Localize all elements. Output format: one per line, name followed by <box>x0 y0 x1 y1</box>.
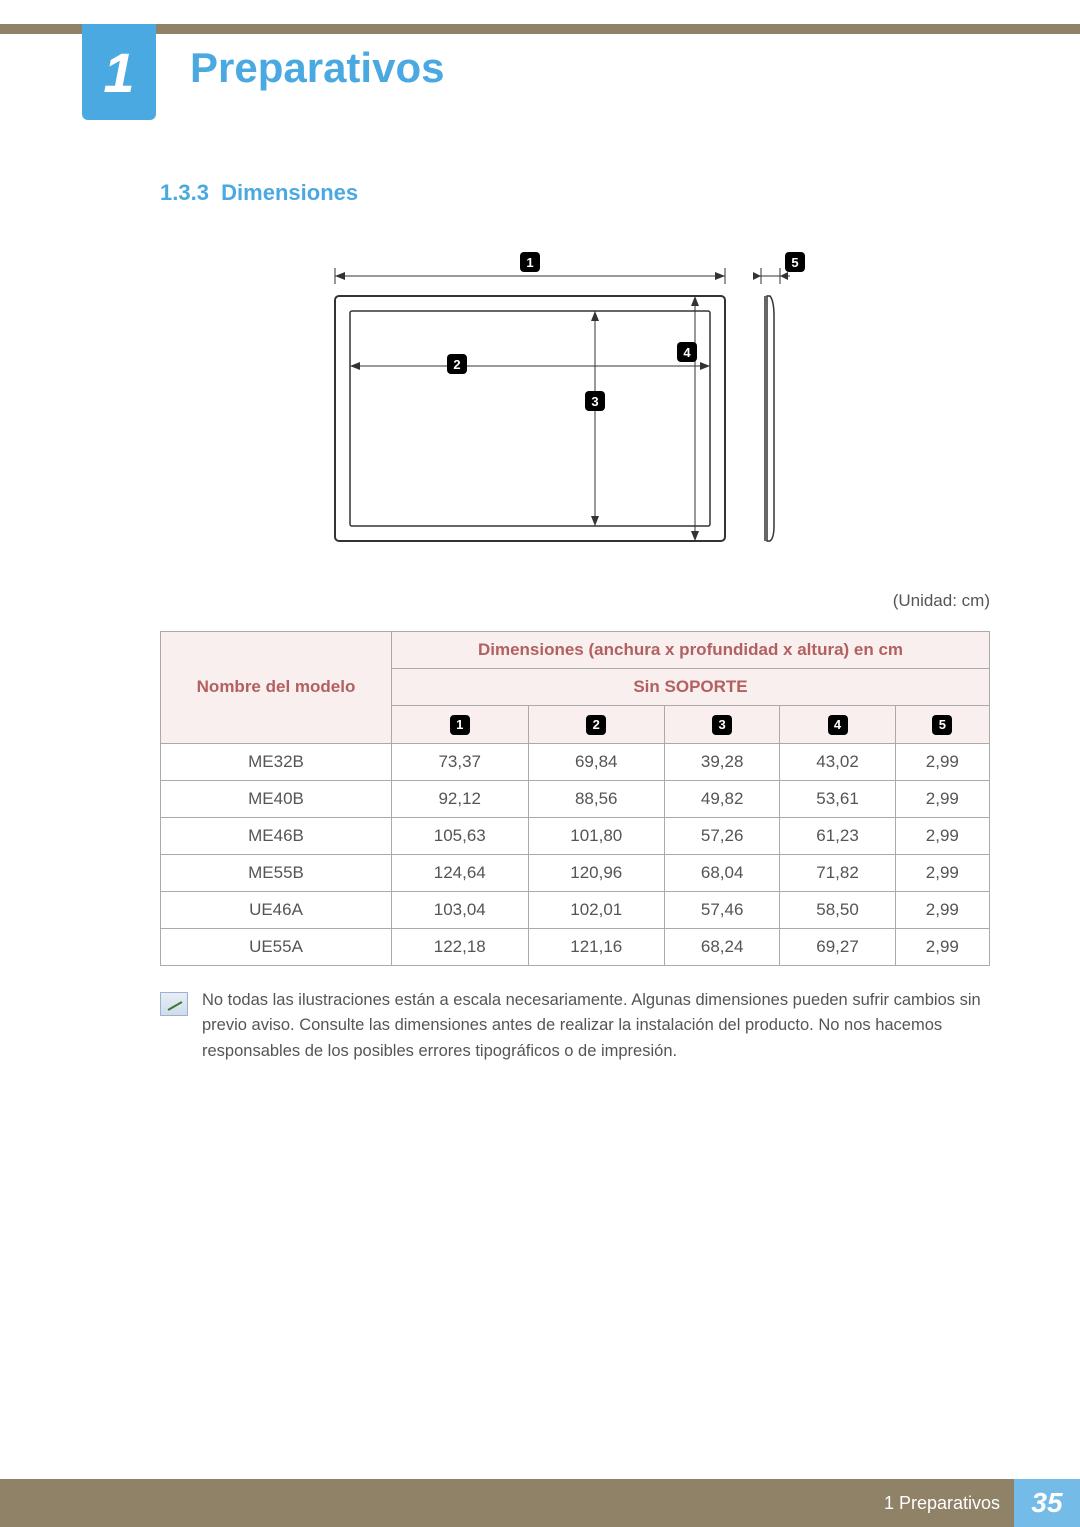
svg-text:4: 4 <box>683 345 691 360</box>
cell-dim-4: 61,23 <box>780 817 895 854</box>
section-heading: 1.3.3 Dimensiones <box>160 180 990 206</box>
cell-dim-3: 68,04 <box>665 854 780 891</box>
cell-dim-1: 122,18 <box>392 928 529 965</box>
cell-dim-2: 101,80 <box>528 817 665 854</box>
section-number: 1.3.3 <box>160 180 209 205</box>
table-row: ME40B92,1288,5649,8253,612,99 <box>161 780 990 817</box>
cell-model: ME32B <box>161 743 392 780</box>
cell-model: ME55B <box>161 854 392 891</box>
footer-page-number: 35 <box>1014 1479 1080 1527</box>
table-row: UE55A122,18121,1668,2469,272,99 <box>161 928 990 965</box>
page-content: 1.3.3 Dimensiones 1 2 <box>160 180 990 1064</box>
cell-dim-3: 68,24 <box>665 928 780 965</box>
cell-model: ME40B <box>161 780 392 817</box>
cell-dim-2: 102,01 <box>528 891 665 928</box>
cell-dim-1: 124,64 <box>392 854 529 891</box>
cell-dim-3: 49,82 <box>665 780 780 817</box>
cell-dim-1: 92,12 <box>392 780 529 817</box>
col-4: 4 <box>780 706 895 744</box>
svg-text:2: 2 <box>453 357 460 372</box>
cell-dim-5: 2,99 <box>895 743 989 780</box>
svg-text:1: 1 <box>526 255 533 270</box>
cell-dim-2: 121,16 <box>528 928 665 965</box>
dimensions-diagram: 1 2 3 4 <box>160 246 990 561</box>
cell-dim-4: 58,50 <box>780 891 895 928</box>
table-row: ME46B105,63101,8057,2661,232,99 <box>161 817 990 854</box>
unit-label: (Unidad: cm) <box>160 591 990 611</box>
cell-dim-1: 73,37 <box>392 743 529 780</box>
chapter-number-badge: 1 <box>82 24 156 120</box>
dimensions-table: Nombre del modelo Dimensiones (anchura x… <box>160 631 990 966</box>
cell-model: UE55A <box>161 928 392 965</box>
chapter-title: Preparativos <box>190 44 444 92</box>
top-accent-bar <box>0 24 1080 34</box>
col-1: 1 <box>392 706 529 744</box>
cell-dim-2: 120,96 <box>528 854 665 891</box>
svg-text:3: 3 <box>591 394 598 409</box>
cell-dim-4: 43,02 <box>780 743 895 780</box>
cell-model: UE46A <box>161 891 392 928</box>
cell-dim-5: 2,99 <box>895 854 989 891</box>
cell-dim-2: 69,84 <box>528 743 665 780</box>
note-icon <box>160 992 188 1016</box>
cell-dim-4: 69,27 <box>780 928 895 965</box>
col-subheader: Sin SOPORTE <box>392 669 990 706</box>
cell-dim-1: 105,63 <box>392 817 529 854</box>
cell-dim-3: 57,26 <box>665 817 780 854</box>
section-title-text: Dimensiones <box>221 180 358 205</box>
table-row: ME32B73,3769,8439,2843,022,99 <box>161 743 990 780</box>
note-text: No todas las ilustraciones están a escal… <box>202 988 990 1065</box>
table-row: ME55B124,64120,9668,0471,822,99 <box>161 854 990 891</box>
cell-dim-5: 2,99 <box>895 780 989 817</box>
cell-dim-4: 53,61 <box>780 780 895 817</box>
col-3: 3 <box>665 706 780 744</box>
col-dims-header: Dimensiones (anchura x profundidad x alt… <box>392 632 990 669</box>
cell-dim-2: 88,56 <box>528 780 665 817</box>
cell-dim-1: 103,04 <box>392 891 529 928</box>
cell-model: ME46B <box>161 817 392 854</box>
svg-text:5: 5 <box>791 255 798 270</box>
cell-dim-5: 2,99 <box>895 928 989 965</box>
cell-dim-4: 71,82 <box>780 854 895 891</box>
col-5: 5 <box>895 706 989 744</box>
col-model-header: Nombre del modelo <box>161 632 392 744</box>
cell-dim-5: 2,99 <box>895 891 989 928</box>
page-footer: 1 Preparativos 35 <box>0 1479 1080 1527</box>
cell-dim-3: 39,28 <box>665 743 780 780</box>
footer-breadcrumb: 1 Preparativos <box>884 1493 1014 1514</box>
table-row: UE46A103,04102,0157,4658,502,99 <box>161 891 990 928</box>
note-block: No todas las ilustraciones están a escal… <box>160 988 990 1065</box>
cell-dim-3: 57,46 <box>665 891 780 928</box>
col-2: 2 <box>528 706 665 744</box>
cell-dim-5: 2,99 <box>895 817 989 854</box>
